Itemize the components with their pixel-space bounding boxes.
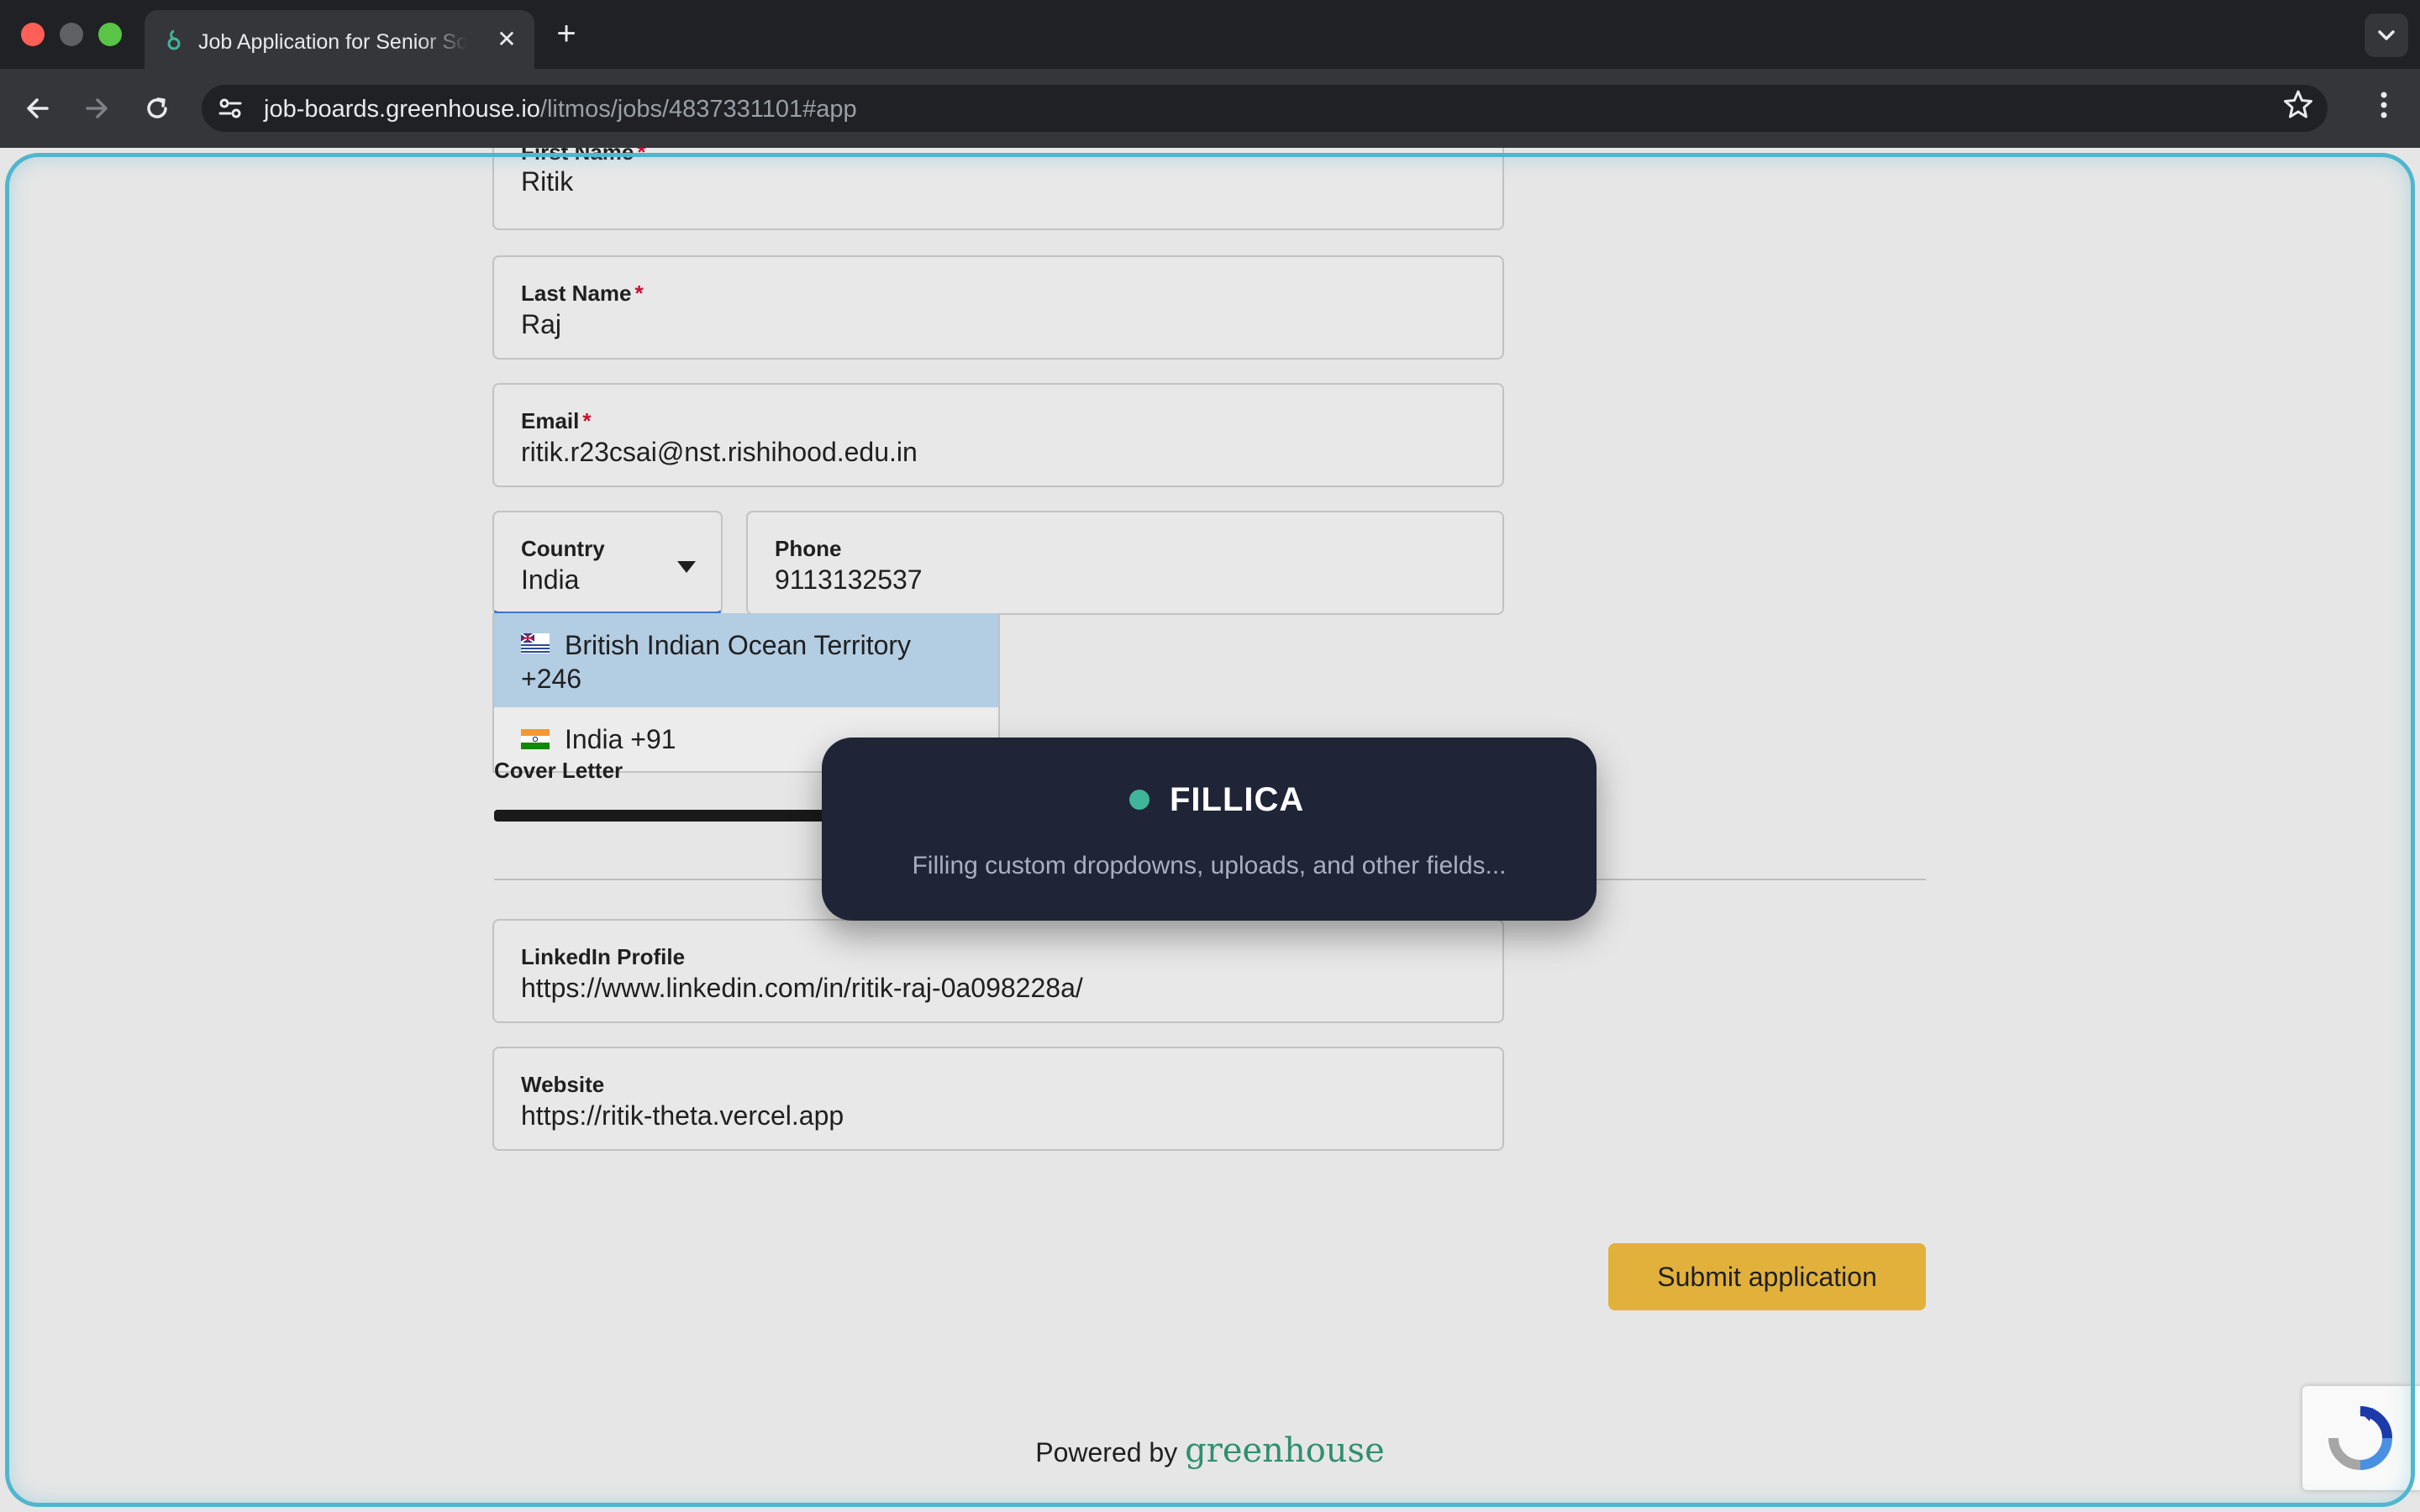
email-label: Email * [521, 408, 592, 433]
bookmark-star-icon[interactable] [2279, 86, 2317, 124]
overlay-message: Filling custom dropdowns, uploads, and o… [912, 852, 1507, 879]
country-option-name: British Indian Ocean Territory [565, 630, 912, 660]
linkedin-profile-value: https://www.linkedin.com/in/ritik-raj-0a… [521, 973, 1083, 1003]
tab-title: Job Application for Senior Software Engi… [198, 30, 467, 54]
more-menu-icon[interactable] [2365, 86, 2403, 124]
reload-button[interactable] [136, 87, 178, 129]
minimize-window-button[interactable] [60, 23, 83, 46]
arrow-right-icon [86, 98, 108, 118]
last-name-label: Last Name * [521, 281, 644, 306]
tab-search-button[interactable] [2365, 13, 2408, 57]
last-name-value: Raj [521, 309, 562, 339]
arrow-left-icon [27, 98, 49, 118]
url-host: job-boards.greenhouse.io [264, 96, 540, 123]
country-select[interactable]: Country India [492, 511, 723, 615]
website-field[interactable]: Website https://ritik-theta.vercel.app [492, 1047, 1504, 1151]
greenhouse-logo-link[interactable]: greenhouse [1185, 1431, 1385, 1470]
close-window-button[interactable] [21, 23, 45, 46]
url-text: job-boards.greenhouse.io/litmos/jobs/483… [264, 96, 857, 123]
india-flag-icon [521, 729, 550, 749]
phone-field[interactable]: Phone 9113132537 [746, 511, 1504, 615]
website-label: Website [521, 1072, 605, 1097]
country-option-british-indian-ocean-territory[interactable]: British Indian Ocean Territory +246 [494, 613, 998, 707]
caret-down-icon [677, 561, 696, 573]
last-name-field[interactable]: Last Name * Raj [492, 255, 1504, 360]
recaptcha-icon [2328, 1406, 2392, 1470]
submit-application-button[interactable]: Submit application [1608, 1243, 1926, 1310]
greenhouse-icon [167, 29, 181, 50]
browser-tab-active[interactable]: Job Application for Senior Software Engi… [145, 10, 534, 69]
forward-button[interactable] [76, 87, 118, 129]
powered-by-text: Powered by [1035, 1437, 1178, 1467]
email-field[interactable]: Email * ritik.r23csai@nst.rishihood.edu.i… [492, 383, 1504, 487]
linkedin-profile-field[interactable]: LinkedIn Profile https://www.linkedin.co… [492, 919, 1504, 1023]
overlay-title: FILLICA [1170, 781, 1305, 818]
maximize-window-button[interactable] [98, 23, 122, 46]
fillica-overlay: FILLICA Filling custom dropdowns, upload… [822, 738, 1597, 921]
country-option-label: India +91 [565, 724, 676, 754]
address-bar[interactable]: job-boards.greenhouse.io/litmos/jobs/483… [202, 85, 2328, 132]
url-path: /litmos/jobs/4837331101#app [539, 96, 857, 123]
phone-value: 9113132537 [775, 564, 923, 595]
first-name-field[interactable]: First Name * Ritik [492, 148, 1504, 230]
tab-strip: Job Application for Senior Software Engi… [0, 0, 2420, 69]
back-button[interactable] [17, 87, 59, 129]
website-value: https://ritik-theta.vercel.app [521, 1100, 844, 1131]
cover-letter-upload-bar[interactable] [494, 810, 847, 822]
chevron-down-icon [2378, 30, 2395, 40]
page-viewport: First Name * Ritik Last Name * Raj Email * … [0, 148, 2420, 1512]
site-settings-icon [218, 98, 242, 118]
first-name-label: First Name * [521, 148, 646, 165]
recaptcha-badge[interactable] [2302, 1386, 2420, 1490]
country-option-code: +246 [521, 664, 582, 694]
phone-label: Phone [775, 536, 842, 561]
powered-by-footer: Powered by greenhouse [0, 1431, 2420, 1470]
new-tab-icon[interactable]: + [548, 17, 585, 54]
country-label: Country [521, 536, 605, 561]
country-value: India [521, 564, 580, 595]
cover-letter-label: Cover Letter [494, 758, 623, 783]
british-indian-ocean-territory-flag-icon [521, 633, 550, 654]
status-dot-icon [1129, 790, 1150, 810]
email-value: ritik.r23csai@nst.rishihood.edu.in [521, 437, 918, 467]
browser-toolbar: job-boards.greenhouse.io/litmos/jobs/483… [0, 69, 2420, 148]
reload-icon [147, 97, 167, 118]
linkedin-profile-label: LinkedIn Profile [521, 944, 686, 969]
first-name-value: Ritik [521, 166, 574, 197]
close-tab-icon[interactable]: ✕ [491, 24, 523, 55]
